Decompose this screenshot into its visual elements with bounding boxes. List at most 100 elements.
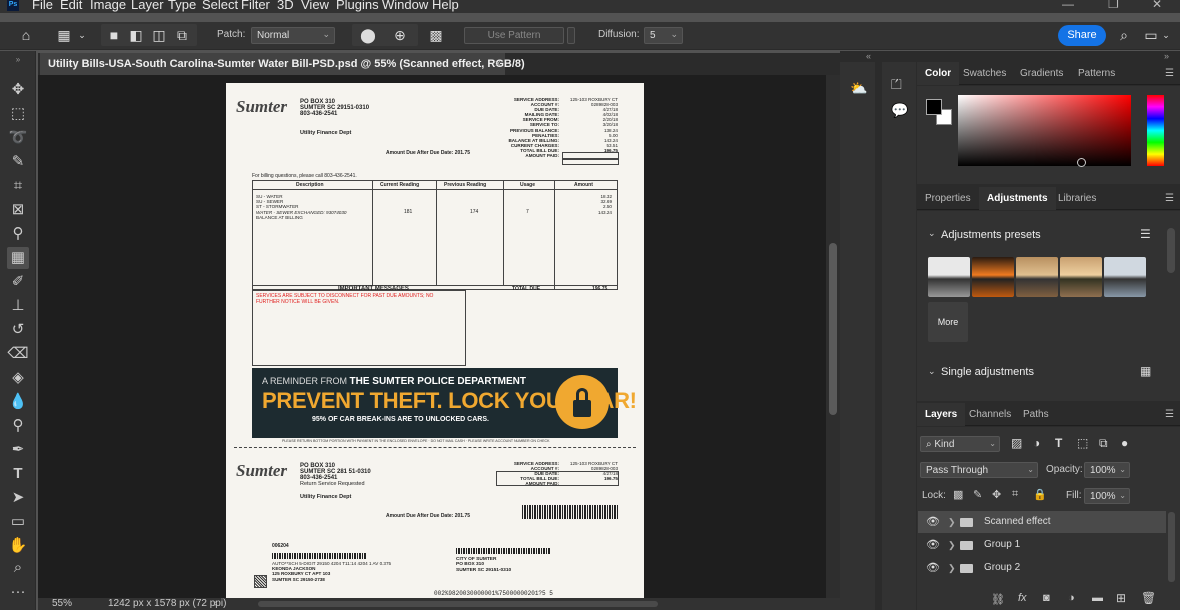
filter-shape-icon[interactable]: ⬚: [1077, 436, 1088, 450]
expand-panels-icon[interactable]: «: [866, 51, 871, 61]
move-tool-icon[interactable]: ✥: [7, 79, 29, 101]
paint-bucket-tool-icon[interactable]: ◈: [7, 367, 29, 389]
workspace-icon[interactable]: ▭: [1143, 27, 1159, 43]
panel-menu-icon[interactable]: ☰: [1165, 193, 1174, 204]
chevron-down-icon[interactable]: ⌄: [928, 366, 936, 377]
search-icon[interactable]: ⌕: [1116, 27, 1132, 43]
patch-tool-preset-icon[interactable]: ▦: [56, 27, 72, 43]
lasso-tool-icon[interactable]: ➰: [7, 127, 29, 149]
vertical-scrollbar[interactable]: [826, 75, 840, 598]
tab-patterns[interactable]: Patterns: [1070, 62, 1123, 85]
quick-selection-tool-icon[interactable]: ✎: [7, 151, 29, 173]
eyedropper-tool-icon[interactable]: ⚲: [7, 223, 29, 245]
blur-tool-icon[interactable]: 💧: [7, 391, 29, 413]
eraser-tool-icon[interactable]: ⌫: [7, 343, 29, 365]
adjustment-layer-icon[interactable]: ◑: [1068, 592, 1075, 604]
collapse-panels-icon[interactable]: »: [1164, 51, 1169, 61]
add-selection-icon[interactable]: ◧: [128, 27, 144, 43]
grid-view-icon[interactable]: ▦: [1140, 364, 1151, 378]
transparent-icon[interactable]: ▩: [428, 27, 444, 43]
tab-paths[interactable]: Paths: [1015, 403, 1057, 426]
collapse-toolbox-icon[interactable]: »: [7, 49, 29, 71]
foreground-color-front[interactable]: [926, 99, 942, 115]
hue-slider[interactable]: [1147, 95, 1164, 166]
new-selection-icon[interactable]: ■: [106, 27, 122, 43]
menu-help[interactable]: Help: [432, 0, 459, 12]
link-layers-icon[interactable]: ⛓: [991, 593, 1005, 606]
minimize-icon[interactable]: —: [1062, 0, 1074, 11]
learn-icon[interactable]: ⛅: [850, 80, 867, 97]
clone-stamp-tool-icon[interactable]: ⊥: [7, 295, 29, 317]
add-mask-icon[interactable]: ◙: [1043, 592, 1050, 604]
patch-tool-icon[interactable]: ▦: [7, 247, 29, 269]
eye-icon[interactable]: 👁: [926, 557, 940, 579]
delete-layer-icon[interactable]: 🗑: [1141, 591, 1156, 605]
document-tab[interactable]: Utility Bills-USA-South Carolina-Sumter …: [40, 53, 525, 75]
new-layer-icon[interactable]: ⊞: [1116, 591, 1126, 605]
blend-mode-select[interactable]: Pass Through ⌄: [920, 462, 1038, 478]
panel-menu-icon[interactable]: ☰: [1165, 68, 1174, 79]
filter-smart-object-icon[interactable]: ⧉: [1099, 436, 1108, 451]
comments-icon[interactable]: 💬: [891, 102, 908, 119]
color-picker-field[interactable]: [958, 95, 1131, 166]
tab-libraries[interactable]: Libraries: [1050, 187, 1104, 210]
hand-tool-icon[interactable]: ✋: [7, 535, 29, 557]
restore-icon[interactable]: ❐: [1108, 0, 1119, 11]
subtract-selection-icon[interactable]: ◫: [151, 27, 167, 43]
chevron-right-icon[interactable]: ❯: [948, 557, 956, 579]
pin-icon[interactable]: ⬤: [360, 27, 376, 43]
diffusion-select[interactable]: 5 ⌄: [644, 27, 683, 44]
adjustments-scrollbar[interactable]: [1167, 228, 1175, 273]
tab-channels[interactable]: Channels: [961, 403, 1019, 426]
preset-thumb-1[interactable]: [928, 257, 970, 297]
chevron-right-icon[interactable]: ❯: [948, 511, 956, 533]
path-selection-tool-icon[interactable]: ➤: [7, 487, 29, 509]
layer-row[interactable]: 👁 ❯ Group 1: [918, 534, 1166, 556]
menu-window[interactable]: Window: [382, 0, 428, 12]
lock-transparent-icon[interactable]: ▩: [953, 488, 963, 501]
tab-adjustments[interactable]: Adjustments: [979, 187, 1056, 210]
scrollbar-thumb[interactable]: [829, 243, 837, 415]
pen-tool-icon[interactable]: ✒: [7, 439, 29, 461]
preset-thumb-5[interactable]: [1104, 257, 1146, 297]
chevron-right-icon[interactable]: ❯: [948, 534, 956, 556]
rectangle-tool-icon[interactable]: ▭: [7, 511, 29, 533]
tab-properties[interactable]: Properties: [917, 187, 979, 210]
panel-menu-icon[interactable]: ☰: [1165, 409, 1174, 420]
menu-plugins[interactable]: Plugins: [336, 0, 379, 12]
preset-thumb-4[interactable]: [1060, 257, 1102, 297]
menu-image[interactable]: Image: [90, 0, 126, 12]
single-adjustments-heading[interactable]: Single adjustments: [941, 366, 1034, 378]
eye-icon[interactable]: 👁: [926, 511, 940, 533]
close-window-icon[interactable]: ✕: [1152, 0, 1162, 11]
share-button[interactable]: Share: [1058, 25, 1106, 46]
layer-row[interactable]: 👁 ❯ Scanned effect: [918, 511, 1166, 533]
history-brush-tool-icon[interactable]: ↺: [7, 319, 29, 341]
more-presets-button[interactable]: More: [928, 302, 968, 342]
filter-toggle-icon[interactable]: ●: [1121, 436, 1128, 450]
menu-type[interactable]: Type: [168, 0, 196, 12]
document-canvas[interactable]: Sumter PO BOX 310 SUMTER SC 29151-0310 8…: [226, 83, 644, 598]
history-icon[interactable]: ⏍: [891, 76, 902, 93]
intersect-selection-icon[interactable]: ⧉: [174, 27, 190, 43]
horizontal-scrollbar[interactable]: [258, 601, 658, 607]
menu-select[interactable]: Select: [202, 0, 238, 12]
patch-mode-select[interactable]: Normal ⌄: [251, 27, 335, 44]
brush-tool-icon[interactable]: ✐: [7, 271, 29, 293]
close-tab-icon[interactable]: ×: [495, 53, 501, 75]
eye-icon[interactable]: 👁: [926, 534, 940, 556]
zoom-level[interactable]: 55%: [52, 598, 72, 609]
chevron-down-icon[interactable]: ⌄: [928, 228, 936, 239]
menu-3d[interactable]: 3D: [277, 0, 294, 12]
tab-gradients[interactable]: Gradients: [1012, 62, 1071, 85]
tab-swatches[interactable]: Swatches: [955, 62, 1014, 85]
filter-type-icon[interactable]: T: [1055, 436, 1062, 450]
type-tool-icon[interactable]: T: [7, 463, 29, 485]
menu-edit[interactable]: Edit: [60, 0, 82, 12]
tab-color[interactable]: Color: [917, 62, 960, 85]
chevron-down-icon[interactable]: ⌄: [1158, 27, 1174, 43]
canvas-area[interactable]: Sumter PO BOX 310 SUMTER SC 29151-0310 8…: [38, 75, 826, 598]
status-menu-icon[interactable]: ›: [214, 598, 217, 609]
use-pattern-button[interactable]: Use Pattern: [464, 27, 564, 44]
new-group-icon[interactable]: ▬: [1092, 592, 1103, 604]
